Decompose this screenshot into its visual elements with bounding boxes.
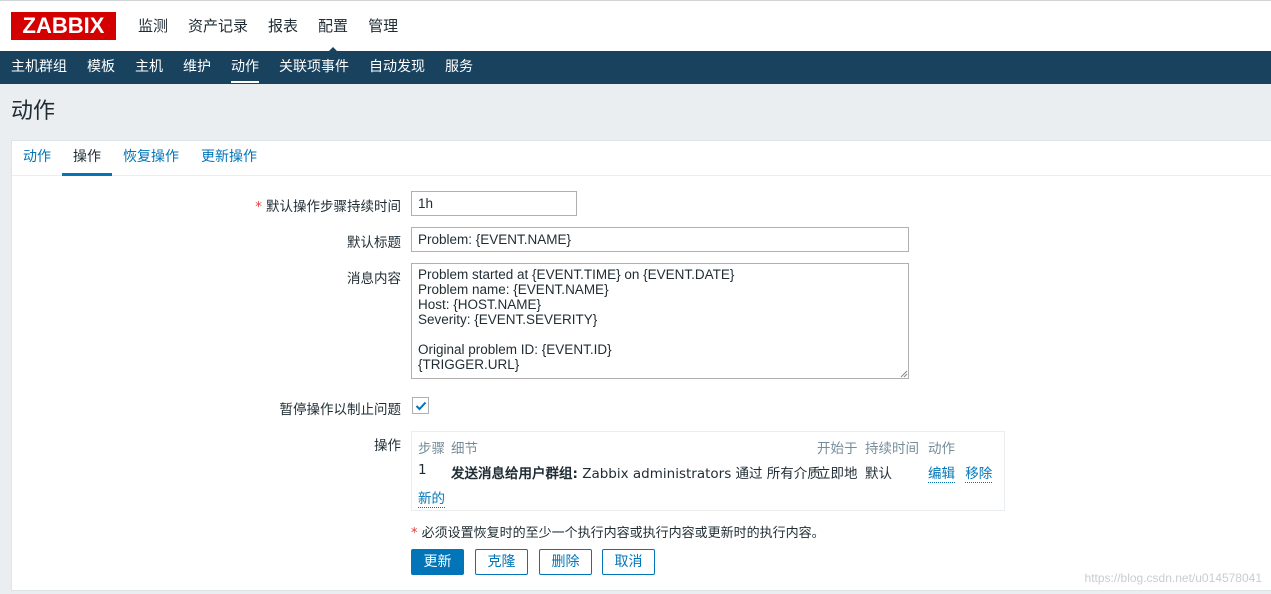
subject-input[interactable]: Problem: {EVENT.NAME}: [411, 227, 909, 252]
row-duration: 默认: [865, 466, 892, 482]
col-step: 步骤: [418, 441, 445, 457]
operations-label: 操作: [374, 438, 401, 454]
col-details: 细节: [451, 441, 478, 457]
top-header: ZABBIX 监测 资产记录 报表 配置 管理: [0, 0, 1271, 53]
sub-nav: 主机群组 模板 主机 维护 动作 关联项事件 自动发现 服务: [0, 51, 1271, 84]
operations-table: 步骤 细节 开始于 持续时间 动作 1 发送消息给用户群组: Zabbix ad…: [411, 431, 1005, 511]
row-step: 1: [418, 462, 427, 478]
resize-handle-icon[interactable]: [900, 370, 908, 378]
main-nav-inventory[interactable]: 资产记录: [178, 1, 258, 52]
requirement-note: * 必须设置恢复时的至少一个执行内容或执行内容或更新时的执行内容。: [411, 526, 825, 541]
message-textarea[interactable]: Problem started at {EVENT.TIME} on {EVEN…: [411, 263, 909, 379]
subnav-hosts[interactable]: 主机: [125, 51, 173, 84]
subnav-host-groups[interactable]: 主机群组: [1, 51, 77, 84]
subject-label: 默认标题: [347, 235, 401, 251]
main-nav-configuration[interactable]: 配置: [308, 1, 358, 53]
tab-operations[interactable]: 操作: [62, 141, 112, 176]
new-operation-link[interactable]: 新的: [418, 487, 445, 508]
watermark: https://blog.csdn.net/u014578041: [1084, 571, 1262, 585]
subnav-discovery[interactable]: 自动发现: [359, 51, 435, 84]
duration-label: * 默认操作步骤持续时间: [255, 199, 401, 215]
page-title: 动作: [11, 99, 56, 124]
subnav-services[interactable]: 服务: [435, 51, 483, 84]
cancel-button[interactable]: 取消: [602, 549, 655, 575]
form-panel: 动作 操作 恢复操作 更新操作 * 默认操作步骤持续时间 1h 默认标题 Prob…: [11, 140, 1271, 591]
col-duration: 持续时间: [865, 441, 919, 457]
main-nav: 监测 资产记录 报表 配置 管理: [128, 1, 408, 53]
remove-link[interactable]: 移除: [965, 466, 993, 483]
checkmark-icon: [415, 401, 427, 411]
form-tabs: 动作 操作 恢复操作 更新操作: [12, 141, 1271, 176]
tab-update-operations[interactable]: 更新操作: [190, 141, 268, 175]
tab-recovery-operations[interactable]: 恢复操作: [112, 141, 190, 175]
duration-input[interactable]: 1h: [411, 191, 577, 216]
row-details: 发送消息给用户群组: Zabbix administrators 通过 所有介质: [451, 466, 821, 482]
main-nav-administration[interactable]: 管理: [358, 1, 408, 52]
tab-action[interactable]: 动作: [12, 141, 62, 175]
row-actions: 编辑 移除: [928, 462, 993, 483]
pause-checkbox[interactable]: [412, 397, 429, 414]
message-label: 消息内容: [347, 271, 401, 287]
col-start-in: 开始于: [817, 441, 858, 457]
zabbix-logo[interactable]: ZABBIX: [11, 12, 116, 40]
row-start-in: 立即地: [817, 466, 858, 482]
delete-button[interactable]: 删除: [539, 549, 592, 575]
update-button[interactable]: 更新: [411, 549, 464, 575]
subnav-actions[interactable]: 动作: [221, 51, 269, 84]
col-action: 动作: [928, 441, 955, 457]
clone-button[interactable]: 克隆: [475, 549, 528, 575]
subnav-templates[interactable]: 模板: [77, 51, 125, 84]
subnav-event-correlation[interactable]: 关联项事件: [269, 51, 359, 84]
edit-link[interactable]: 编辑: [928, 466, 955, 483]
main-nav-reports[interactable]: 报表: [258, 1, 308, 52]
subnav-maintenance[interactable]: 维护: [173, 51, 221, 84]
required-asterisk: *: [255, 199, 262, 215]
main-nav-monitoring[interactable]: 监测: [128, 1, 178, 52]
pause-label: 暂停操作以制止问题: [279, 402, 402, 418]
